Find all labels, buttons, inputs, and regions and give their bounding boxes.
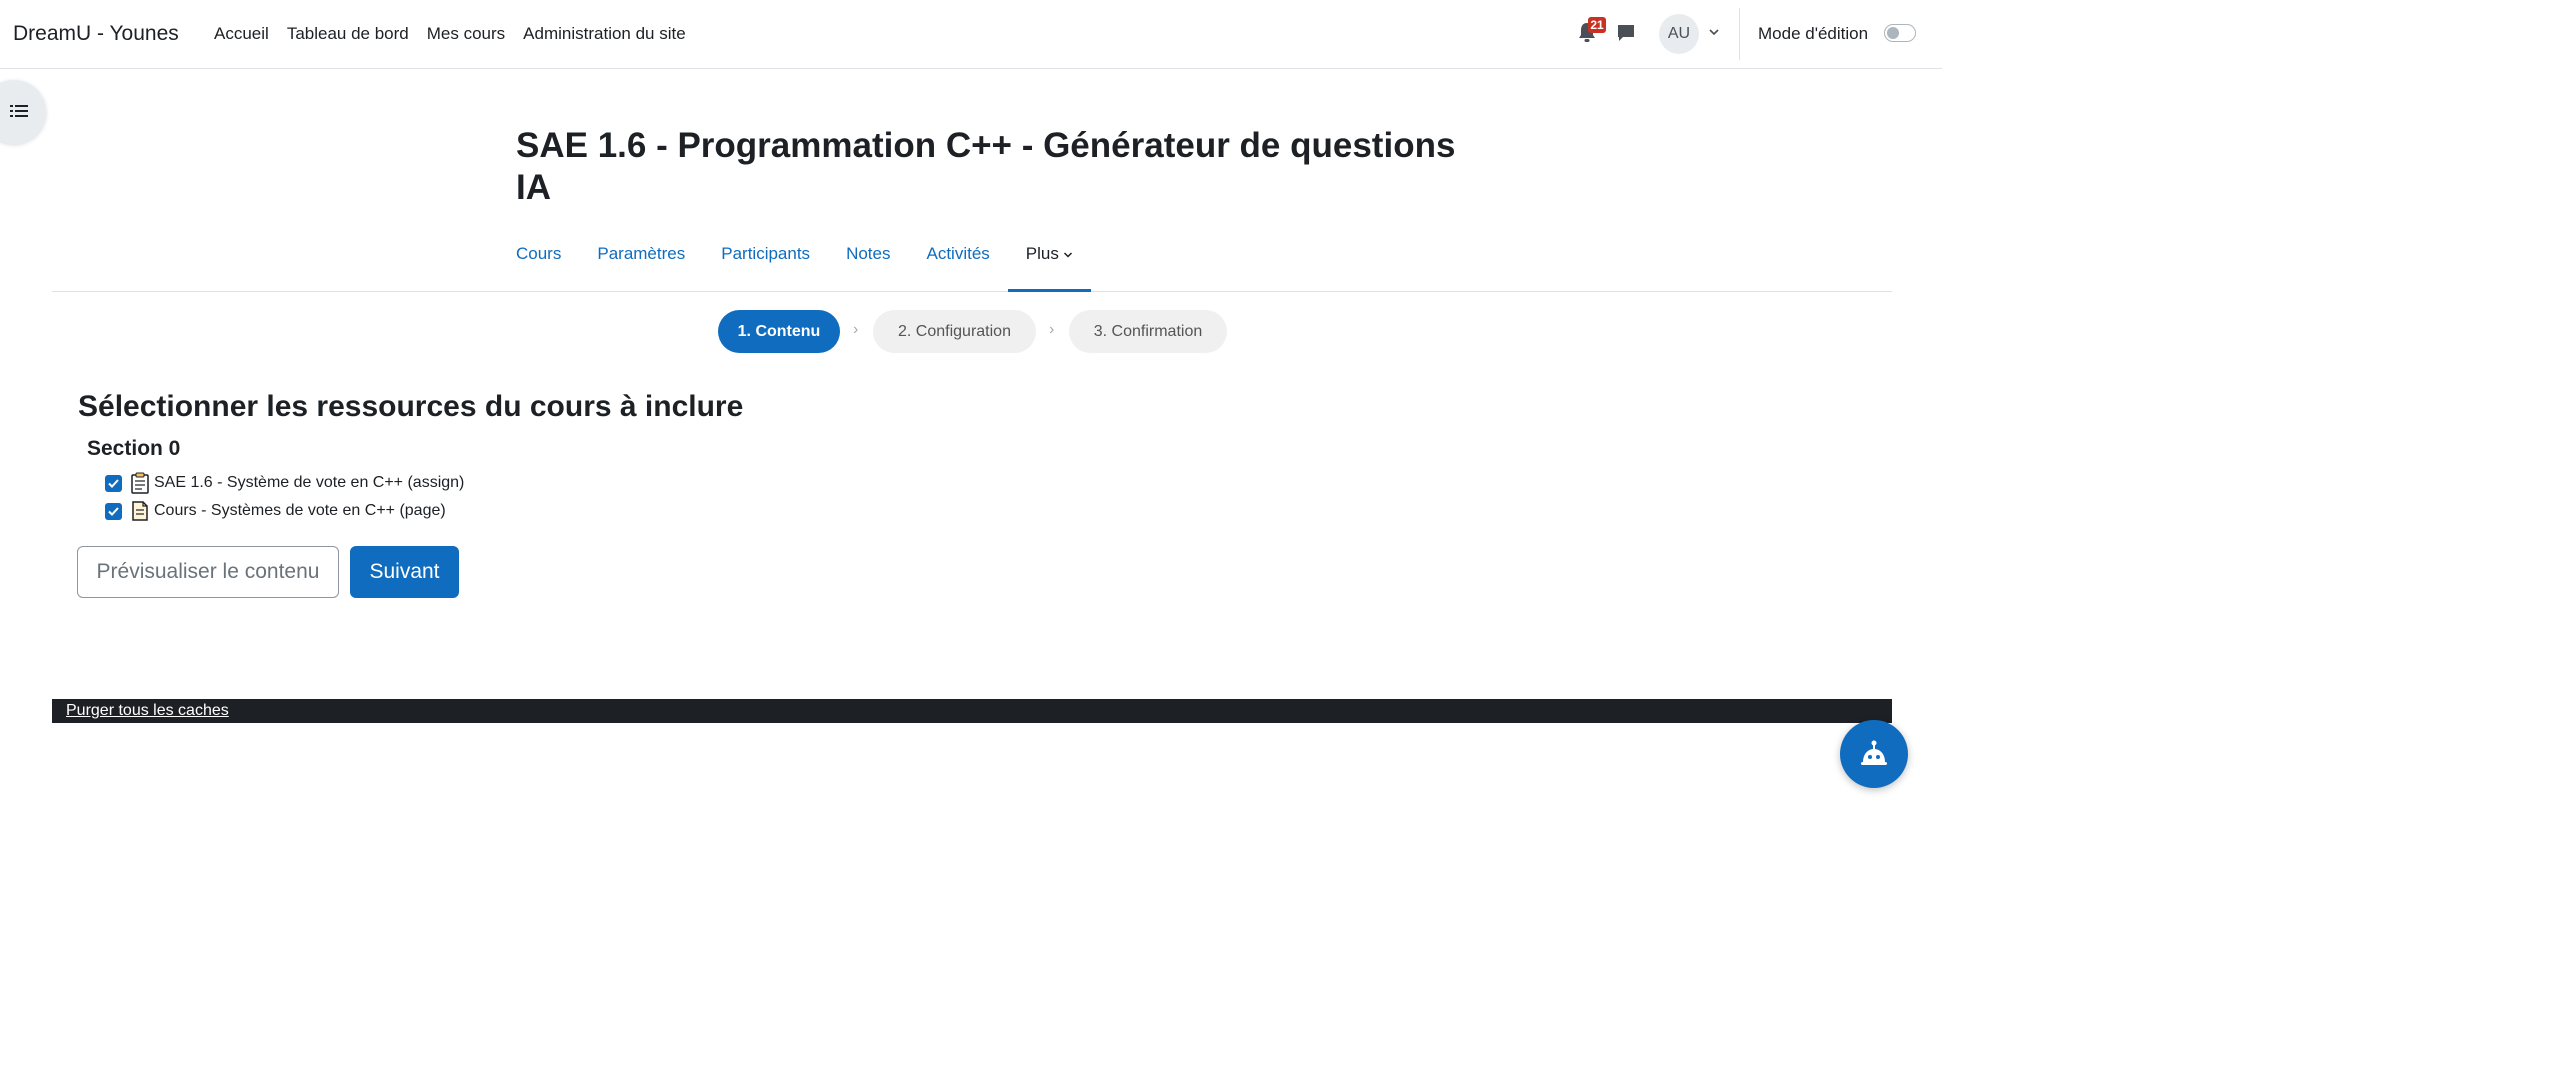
resource-checkbox[interactable] (105, 474, 122, 492)
resource-label: SAE 1.6 - Système de vote en C++ (assign… (154, 474, 465, 491)
tab-participants[interactable]: Participants (703, 232, 828, 292)
resource-label: Cours - Systèmes de vote en C++ (page) (154, 502, 446, 519)
check-icon (108, 506, 119, 516)
chat-icon[interactable] (1616, 23, 1636, 43)
nav-link-dashboard[interactable]: Tableau de bord (287, 24, 409, 44)
step-configuration: 2. Configuration (873, 310, 1036, 353)
ai-assistant-button[interactable] (1840, 720, 1908, 788)
edit-mode-toggle[interactable] (1884, 24, 1916, 42)
primary-nav: Accueil Tableau de bord Mes cours Admini… (214, 24, 686, 44)
course-secondary-nav: Cours Paramètres Participants Notes Acti… (52, 232, 1892, 292)
purge-caches-link[interactable]: Purger tous les caches (66, 702, 229, 720)
top-navbar: DreamU - Younes Accueil Tableau de bord … (0, 0, 1942, 69)
assignment-icon (131, 472, 149, 494)
site-brand[interactable]: DreamU - Younes (13, 22, 179, 46)
step-separator: › (1049, 321, 1055, 338)
navbar-divider (1739, 8, 1740, 60)
course-index-toggle[interactable] (0, 80, 46, 144)
tab-grades[interactable]: Notes (828, 232, 908, 292)
page-icon (132, 501, 148, 521)
resource-item: Cours - Systèmes de vote en C++ (page) (105, 500, 446, 522)
tab-more-label: Plus (1025, 244, 1059, 263)
nav-link-home[interactable]: Accueil (214, 24, 269, 44)
content-heading: Sélectionner les ressources du cours à i… (78, 390, 744, 423)
check-icon (108, 478, 119, 488)
preview-content-button[interactable]: Prévisualiser le contenu (77, 546, 339, 598)
resource-item: SAE 1.6 - Système de vote en C++ (assign… (105, 472, 464, 494)
footer-bar: Purger tous les caches (52, 699, 1892, 723)
notification-badge: 21 (1588, 17, 1606, 33)
section-title: Section 0 (87, 437, 181, 460)
nav-link-my-courses[interactable]: Mes cours (427, 24, 505, 44)
step-content: 1. Contenu (718, 310, 840, 353)
next-button[interactable]: Suivant (350, 546, 459, 598)
robot-icon (1861, 740, 1887, 765)
avatar[interactable]: AU (1659, 14, 1699, 54)
step-confirmation: 3. Confirmation (1069, 310, 1227, 353)
list-icon (10, 105, 28, 117)
tab-more[interactable]: Plus (1007, 232, 1091, 292)
tab-course[interactable]: Cours (516, 232, 579, 292)
chevron-down-icon[interactable] (1708, 26, 1720, 38)
tab-settings[interactable]: Paramètres (579, 232, 703, 292)
edit-mode-label: Mode d'édition (1758, 24, 1869, 43)
tab-activities[interactable]: Activités (908, 232, 1007, 292)
step-separator: › (853, 321, 859, 338)
nav-link-site-admin[interactable]: Administration du site (523, 24, 686, 44)
resource-checkbox[interactable] (105, 502, 122, 520)
page-title: SAE 1.6 - Programmation C++ - Générateur… (516, 126, 1456, 207)
chevron-down-icon (1063, 251, 1072, 258)
